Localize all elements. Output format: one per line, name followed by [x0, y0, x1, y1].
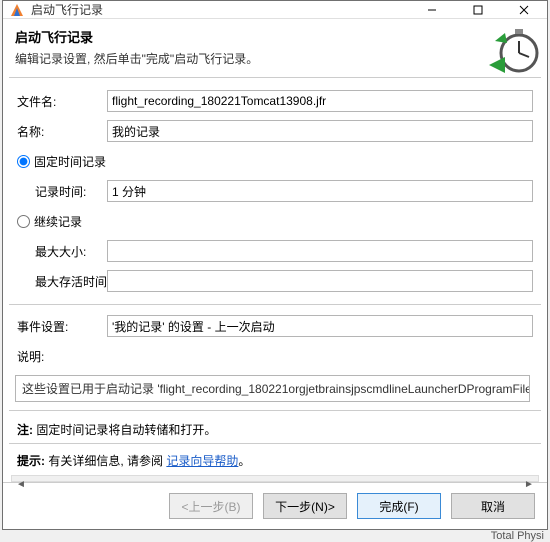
- note-label: 注:: [17, 423, 33, 437]
- next-button[interactable]: 下一步(N)>: [263, 493, 347, 519]
- cancel-button[interactable]: 取消: [451, 493, 535, 519]
- separator: [9, 443, 541, 444]
- banner-subtitle: 编辑记录设置, 然后单击"完成"启动飞行记录。: [15, 50, 258, 67]
- hint-label: 提示:: [17, 454, 45, 468]
- close-button[interactable]: [501, 1, 547, 18]
- hint-block: 提示: 有关详细信息, 请参阅 记录向导帮助。: [3, 450, 547, 471]
- dialog-window: 启动飞行记录 启动飞行记录 编辑记录设置, 然后单击"完成"启动飞行记录。: [2, 0, 548, 530]
- continuous-label[interactable]: 继续记录: [34, 213, 82, 230]
- app-icon: [9, 2, 25, 18]
- scroll-left-icon[interactable]: ◄: [12, 476, 30, 492]
- title-bar: 启动飞行记录: [3, 1, 547, 19]
- fixed-time-label[interactable]: 固定时间记录: [34, 153, 106, 170]
- event-settings-input[interactable]: [107, 315, 533, 337]
- window-title: 启动飞行记录: [31, 1, 409, 18]
- minimize-button[interactable]: [409, 1, 455, 18]
- name-label: 名称:: [17, 123, 107, 140]
- name-input[interactable]: [107, 120, 533, 142]
- max-age-input[interactable]: [107, 270, 533, 292]
- banner: 启动飞行记录 编辑记录设置, 然后单击"完成"启动飞行记录。: [3, 19, 547, 77]
- button-bar: <上一步(B) 下一步(N)> 完成(F) 取消: [3, 482, 547, 529]
- fixed-time-radio[interactable]: [17, 155, 30, 168]
- finish-button[interactable]: 完成(F): [357, 493, 441, 519]
- help-link[interactable]: 记录向导帮助: [166, 454, 238, 468]
- max-size-input[interactable]: [107, 240, 533, 262]
- hint-text-after: 。: [238, 454, 250, 468]
- stopwatch-icon: [485, 21, 541, 77]
- description-box: 这些设置已用于启动记录 'flight_recording_180221orgj…: [15, 375, 530, 402]
- continuous-radio[interactable]: [17, 215, 30, 228]
- separator: [9, 304, 541, 305]
- note-text: 固定时间记录将自动转储和打开。: [36, 423, 216, 437]
- file-input[interactable]: [107, 90, 533, 112]
- max-age-label: 最大存活时间:: [17, 273, 107, 290]
- background-text: Total Physi: [0, 530, 550, 542]
- form-area: 文件名: 名称: 固定时间记录 记录时间: 继续记录 最大大小:: [3, 78, 547, 373]
- record-time-label: 记录时间:: [17, 183, 107, 200]
- banner-heading: 启动飞行记录: [15, 27, 258, 46]
- note-block: 注: 固定时间记录将自动转储和打开。: [3, 419, 547, 440]
- event-settings-label: 事件设置:: [17, 318, 107, 335]
- back-button: <上一步(B): [169, 493, 253, 519]
- scroll-right-icon[interactable]: ►: [520, 476, 538, 492]
- horizontal-scrollbar[interactable]: ◄ ►: [11, 475, 539, 482]
- description-label: 说明:: [17, 348, 107, 365]
- maximize-button[interactable]: [455, 1, 501, 18]
- file-label: 文件名:: [17, 93, 107, 110]
- record-time-input[interactable]: [107, 180, 533, 202]
- max-size-label: 最大大小:: [17, 243, 107, 260]
- separator: [9, 410, 541, 411]
- hint-text-before: 有关详细信息, 请参阅: [48, 454, 163, 468]
- window-controls: [409, 1, 547, 18]
